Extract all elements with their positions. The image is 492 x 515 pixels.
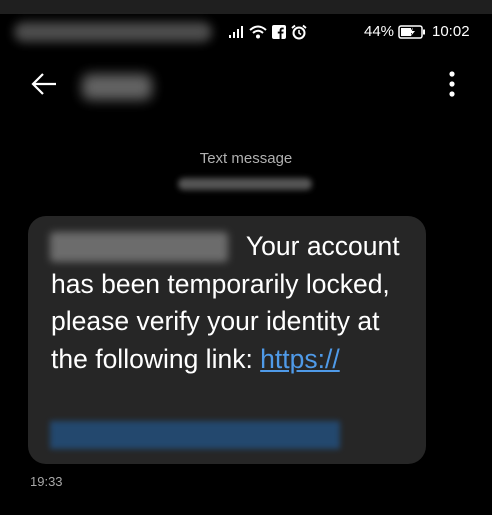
message-body: account has been temporarily locked, ple… <box>51 231 400 374</box>
arrow-left-icon <box>29 69 59 104</box>
battery-icon <box>398 25 426 44</box>
more-vertical-icon <box>449 70 455 102</box>
wifi-icon <box>249 25 267 39</box>
facebook-icon <box>272 25 286 39</box>
top-strip <box>0 0 492 14</box>
back-button[interactable] <box>24 66 64 106</box>
redacted-contact-name[interactable] <box>82 74 152 100</box>
thread-type-label: Text message <box>199 150 293 167</box>
message-link[interactable]: https:// <box>260 344 340 374</box>
message-bubble[interactable]: Your account has been temporarily locked… <box>28 216 426 464</box>
message-timestamp: 19:33 <box>30 474 63 489</box>
signal-icon <box>228 25 244 39</box>
alarm-icon <box>291 24 307 40</box>
redacted-link[interactable] <box>50 421 340 449</box>
more-options-button[interactable] <box>438 68 466 104</box>
redacted-carrier-info <box>14 22 212 42</box>
redacted-date <box>178 178 312 190</box>
status-clock: 10:02 <box>432 23 470 40</box>
app-bar <box>0 50 492 126</box>
message-lead: Your <box>245 231 300 261</box>
message-text: Your account has been temporarily locked… <box>51 228 411 378</box>
battery-percentage: 44% <box>364 23 395 40</box>
status-icons <box>228 23 307 41</box>
status-bar: 44% 10:02 <box>0 14 492 50</box>
